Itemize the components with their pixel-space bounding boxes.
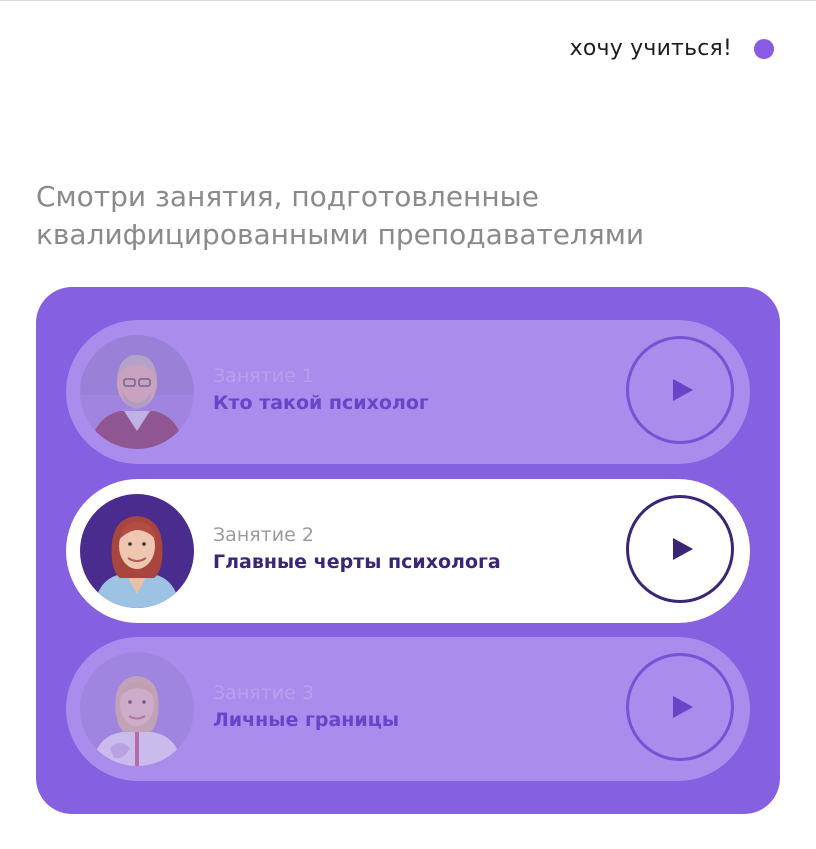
lesson-texts-2: Занятие 2 Главные черты психолога [213, 523, 501, 577]
teacher-avatar-2 [80, 494, 194, 608]
lessons-panel: Занятие 1 Кто такой психолог Занятие 2 Г [36, 287, 780, 814]
play-icon [672, 538, 693, 560]
lesson-card-1[interactable]: Занятие 1 Кто такой психолог [66, 320, 750, 464]
play-button-3[interactable] [626, 653, 734, 761]
lessons-heading-line-2: квалифицированными преподавателями [36, 218, 645, 251]
play-button-2[interactable] [626, 495, 734, 603]
lesson-title: Личные границы [213, 709, 400, 731]
teacher-avatar-3 [80, 652, 194, 766]
play-icon [672, 696, 693, 718]
lesson-number-label: Занятие 1 [213, 365, 314, 387]
lesson-number-label: Занятие 2 [213, 524, 314, 546]
teacher-avatar-1 [80, 335, 194, 449]
play-icon [672, 379, 693, 401]
want-to-learn-label: хочу учиться! [569, 36, 732, 61]
lesson-card-3[interactable]: Занятие 3 Личные границы [66, 637, 750, 781]
lesson-card-2[interactable]: Занятие 2 Главные черты психолога [66, 479, 750, 623]
lessons-heading: Смотри занятия, подготовленные квалифици… [36, 178, 776, 254]
play-button-1[interactable] [626, 336, 734, 444]
lesson-title: Кто такой психолог [213, 392, 429, 414]
lessons-heading-line-1: Смотри занятия, подготовленные [36, 180, 539, 213]
top-divider [0, 0, 816, 1]
want-to-learn-link[interactable]: хочу учиться! [570, 36, 774, 61]
lesson-texts-3: Занятие 3 Личные границы [213, 681, 399, 735]
accent-dot-icon [754, 38, 774, 59]
lesson-number-label: Занятие 3 [213, 682, 314, 704]
lesson-title: Главные черты психолога [213, 551, 501, 573]
lesson-texts-1: Занятие 1 Кто такой психолог [213, 364, 429, 418]
